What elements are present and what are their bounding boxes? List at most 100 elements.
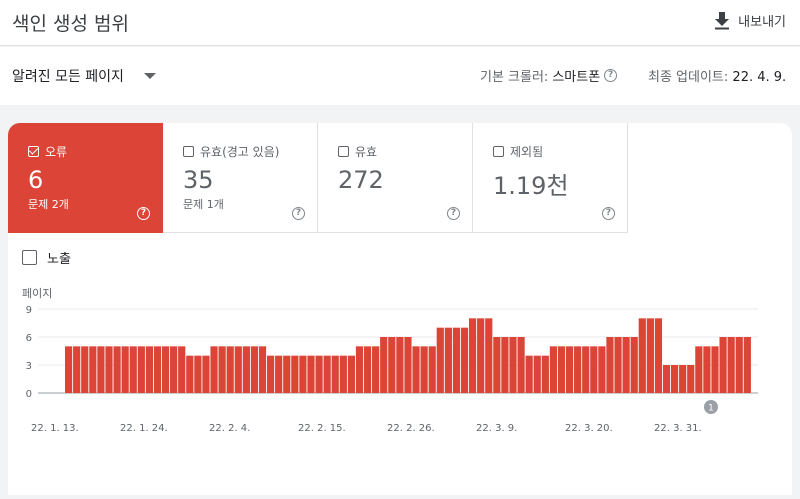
bar[interactable] [630,337,638,393]
bar[interactable] [97,346,105,393]
bar[interactable] [161,346,170,393]
bar[interactable] [557,346,566,393]
bar[interactable] [598,346,606,393]
bar[interactable] [525,355,533,393]
checkbox-icon[interactable] [183,146,194,157]
bar[interactable] [582,346,590,393]
bar[interactable] [218,346,226,393]
bar[interactable] [638,318,646,393]
bar[interactable] [509,337,517,393]
bar[interactable] [145,346,153,393]
bar[interactable] [81,346,89,393]
bar[interactable] [420,346,428,393]
bar[interactable] [703,346,711,393]
checkbox-icon[interactable] [338,146,349,157]
bar[interactable] [606,337,614,393]
bar[interactable] [719,337,727,393]
bar[interactable] [477,318,485,393]
impressions-toggle[interactable]: 노출 [22,248,71,267]
bar[interactable] [299,355,307,393]
help-icon[interactable]: ? [137,207,150,220]
bar[interactable] [242,346,250,393]
bar[interactable] [404,337,412,393]
bar[interactable] [679,365,687,393]
bar[interactable] [347,355,355,393]
bar[interactable] [388,337,396,393]
help-icon[interactable]: ? [604,69,618,82]
bar[interactable] [695,346,703,393]
bar[interactable] [485,318,493,393]
bar[interactable] [533,355,541,393]
bar[interactable] [73,346,81,393]
bar[interactable] [121,346,129,393]
bar[interactable] [202,355,210,393]
bar[interactable] [565,346,574,393]
bar[interactable] [178,346,186,393]
bar[interactable] [65,346,73,393]
bar[interactable] [436,327,444,393]
bar[interactable] [250,346,259,393]
bar[interactable] [363,346,372,393]
bar[interactable] [590,346,598,393]
bar[interactable] [444,327,452,393]
tile-valid-warning[interactable]: 유효(경고 있음) 35 문제 1개 ? [163,123,318,233]
page-filter-dropdown[interactable]: 알려진 모든 페이지 [12,66,156,86]
bar[interactable] [549,346,557,393]
checkbox-icon[interactable] [493,146,504,157]
bar[interactable] [234,346,242,393]
bar[interactable] [654,318,663,393]
bar[interactable] [493,337,501,393]
bar[interactable] [291,355,299,393]
bar[interactable] [671,365,679,393]
help-icon[interactable]: ? [447,207,460,220]
bar[interactable] [226,346,234,393]
bar[interactable] [153,346,162,393]
bar[interactable] [469,318,477,393]
bar[interactable] [113,346,121,393]
bar[interactable] [331,355,339,393]
bar[interactable] [323,355,331,393]
bar[interactable] [541,355,549,393]
bar[interactable] [380,337,388,393]
tile-valid[interactable]: 유효 272 ? [318,123,473,233]
bar[interactable] [574,346,582,393]
bar[interactable] [614,337,622,393]
bar[interactable] [501,337,509,393]
bar[interactable] [517,337,525,393]
export-button[interactable]: 내보내기 [714,11,786,30]
bar[interactable] [267,355,275,393]
checkbox-checked-icon[interactable] [28,146,39,157]
bar[interactable] [412,346,420,393]
bar[interactable] [687,365,695,393]
bar[interactable] [460,327,469,393]
bar[interactable] [355,346,364,393]
bar[interactable] [711,346,719,393]
checkbox-icon[interactable] [22,250,37,265]
bar[interactable] [186,355,194,393]
bar[interactable] [307,355,315,393]
bar[interactable] [396,337,404,393]
bar[interactable] [315,355,323,393]
bar[interactable] [646,318,654,393]
tile-excluded[interactable]: 제외됨 1.19천 ? [473,123,628,233]
bar[interactable] [372,346,380,393]
tile-error[interactable]: 오류 6 문제 2개 ? [8,123,163,233]
bar[interactable] [662,365,671,393]
bar[interactable] [194,355,202,393]
help-icon[interactable]: ? [292,207,305,220]
bar[interactable] [743,337,751,393]
bar[interactable] [105,346,113,393]
bar[interactable] [258,346,267,393]
bar[interactable] [622,337,630,393]
bar[interactable] [137,346,145,393]
bar[interactable] [339,355,347,393]
bar[interactable] [727,337,735,393]
bar[interactable] [129,346,137,393]
bar[interactable] [89,346,97,393]
bar[interactable] [452,327,461,393]
bar[interactable] [210,346,218,393]
bar[interactable] [428,346,436,393]
bar[interactable] [275,355,283,393]
bar[interactable] [283,355,291,393]
bar[interactable] [170,346,178,393]
